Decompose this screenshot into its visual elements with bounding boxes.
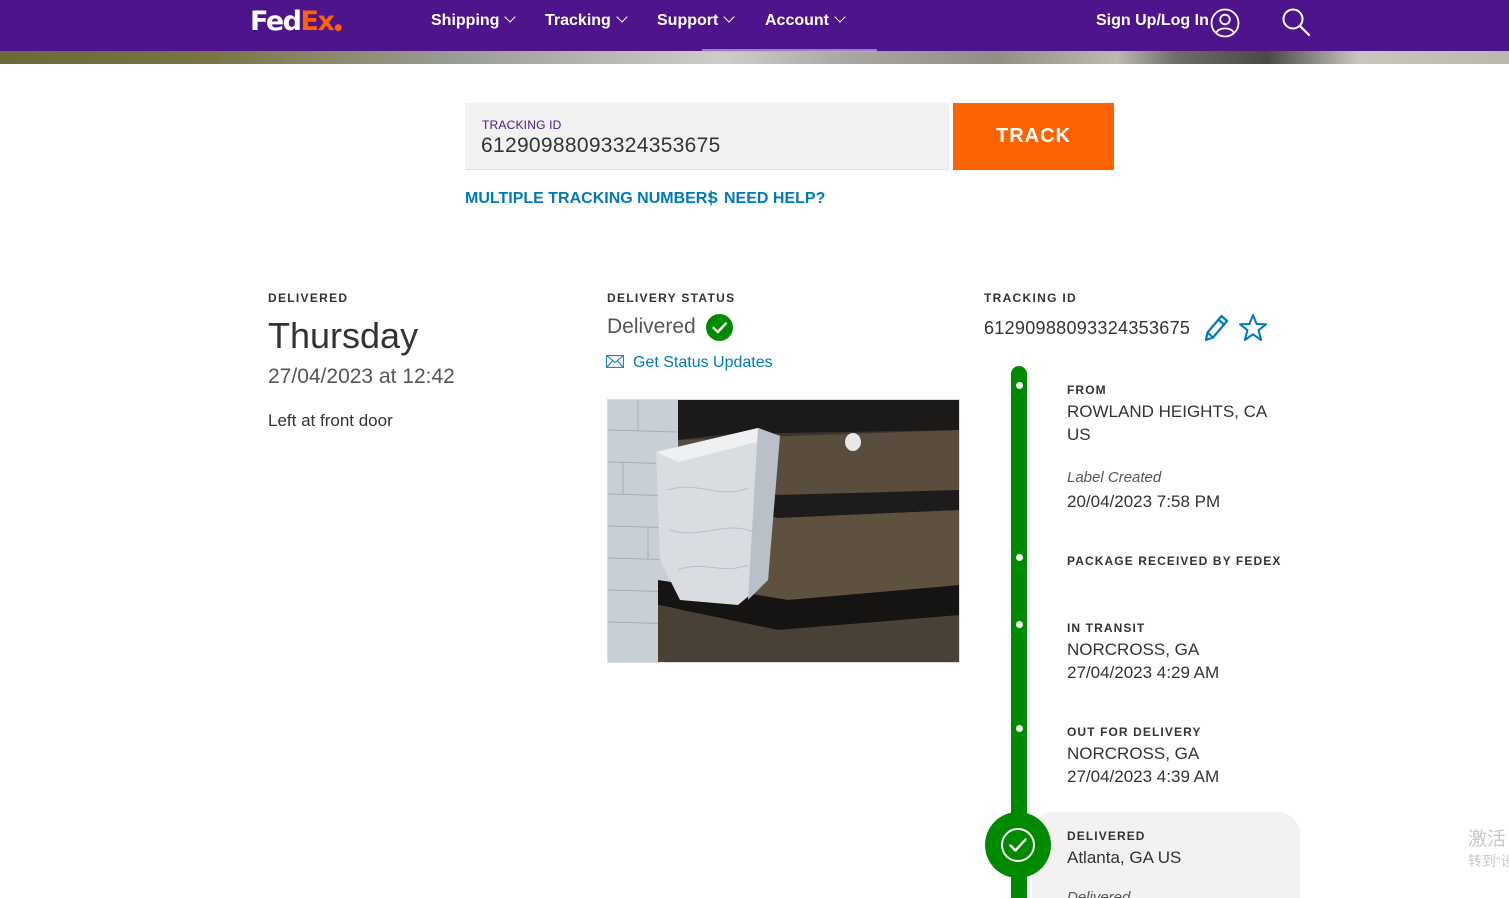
hero-image-strip: [0, 51, 1509, 64]
track-button[interactable]: TRACK: [953, 103, 1114, 170]
nav-account-label: Account: [765, 12, 829, 29]
nav-account[interactable]: Account: [765, 11, 846, 30]
logo-dot: ●: [334, 23, 342, 33]
timeline-from-line1: ROWLAND HEIGHTS, CA: [1067, 402, 1268, 421]
nav-support[interactable]: Support: [657, 11, 735, 30]
delivery-status-text: Delivered: [607, 315, 696, 338]
timeline-in-transit-location: NORCROSS, GA: [1067, 640, 1200, 659]
timeline-delivered-status: Delivered: [1067, 889, 1131, 898]
timeline-from-event: Label Created: [1067, 469, 1162, 486]
mail-icon[interactable]: [606, 355, 624, 368]
multiple-tracking-numbers-link[interactable]: MULTIPLE TRACKING NUMBERS: [465, 190, 718, 208]
star-icon[interactable]: [1238, 313, 1268, 343]
timeline-dot: [1016, 382, 1023, 389]
get-status-updates-link[interactable]: Get Status Updates: [633, 354, 773, 372]
tracking-id-input-value[interactable]: 61290988093324353675: [481, 134, 721, 158]
fedex-logo[interactable]: FedEx●: [250, 6, 342, 37]
tracking-id-value: 61290988093324353675: [984, 318, 1191, 338]
activation-watermark-line2: 转到“设: [1468, 853, 1509, 869]
delivery-status-heading: DELIVERY STATUS: [607, 291, 736, 305]
nav-active-indicator: [702, 49, 877, 52]
timeline-dot: [1016, 554, 1023, 561]
nav-tracking[interactable]: Tracking: [545, 11, 628, 30]
timeline-from-line2: US: [1067, 425, 1091, 444]
delivered-day: Thursday: [268, 315, 419, 356]
user-icon[interactable]: [1210, 8, 1240, 38]
delivered-datetime: 27/04/2023 at 12:42: [268, 365, 455, 388]
check-circle-icon: [706, 314, 733, 341]
signup-login-link[interactable]: Sign Up/Log In: [1096, 12, 1209, 30]
proof-of-delivery-photo[interactable]: [607, 399, 960, 663]
timeline-dot: [1016, 621, 1023, 628]
activation-watermark-line1: 激活: [1468, 829, 1507, 850]
delivered-heading: DELIVERED: [268, 291, 349, 305]
need-help-link[interactable]: NEED HELP?: [724, 190, 825, 208]
nav-shipping[interactable]: Shipping: [431, 11, 517, 30]
nav-tracking-label: Tracking: [545, 12, 611, 29]
nav-shipping-label: Shipping: [431, 12, 500, 29]
tracking-id-heading: TRACKING ID: [984, 291, 1077, 305]
timeline-out-for-delivery-location: NORCROSS, GA: [1067, 744, 1200, 763]
chevron-down-icon: [834, 11, 846, 23]
timeline-from-datetime: 20/04/2023 7:58 PM: [1067, 492, 1221, 511]
edit-pencil-icon[interactable]: [1200, 312, 1230, 344]
link-separator: |: [709, 189, 714, 206]
timeline-in-transit-datetime: 27/04/2023 4:29 AM: [1067, 663, 1220, 682]
delivery-note: Left at front door: [268, 411, 393, 430]
check-circle-icon: [1001, 828, 1035, 862]
search-icon[interactable]: [1281, 7, 1311, 37]
timeline-from-title: FROM: [1067, 383, 1107, 397]
timeline-out-for-delivery-title: OUT FOR DELIVERY: [1067, 725, 1202, 739]
timeline-delivered-location: Atlanta, GA US: [1067, 848, 1182, 867]
chevron-down-icon: [723, 11, 735, 23]
chevron-down-icon: [616, 11, 628, 23]
delivery-photo-image: [608, 400, 959, 662]
chevron-down-icon: [504, 11, 517, 23]
timeline-delivered-title: DELIVERED: [1067, 829, 1146, 843]
timeline-dot: [1016, 725, 1023, 732]
tracking-id-input-label: TRACKING ID: [482, 118, 562, 132]
logo-fed-text: Fed: [250, 6, 302, 37]
logo-ex-text: Ex: [300, 6, 335, 37]
timeline-received-title: PACKAGE RECEIVED BY FEDEX: [1067, 554, 1282, 568]
timeline-out-for-delivery-datetime: 27/04/2023 4:39 AM: [1067, 767, 1220, 786]
nav-support-label: Support: [657, 12, 719, 29]
timeline-in-transit-title: IN TRANSIT: [1067, 621, 1146, 635]
